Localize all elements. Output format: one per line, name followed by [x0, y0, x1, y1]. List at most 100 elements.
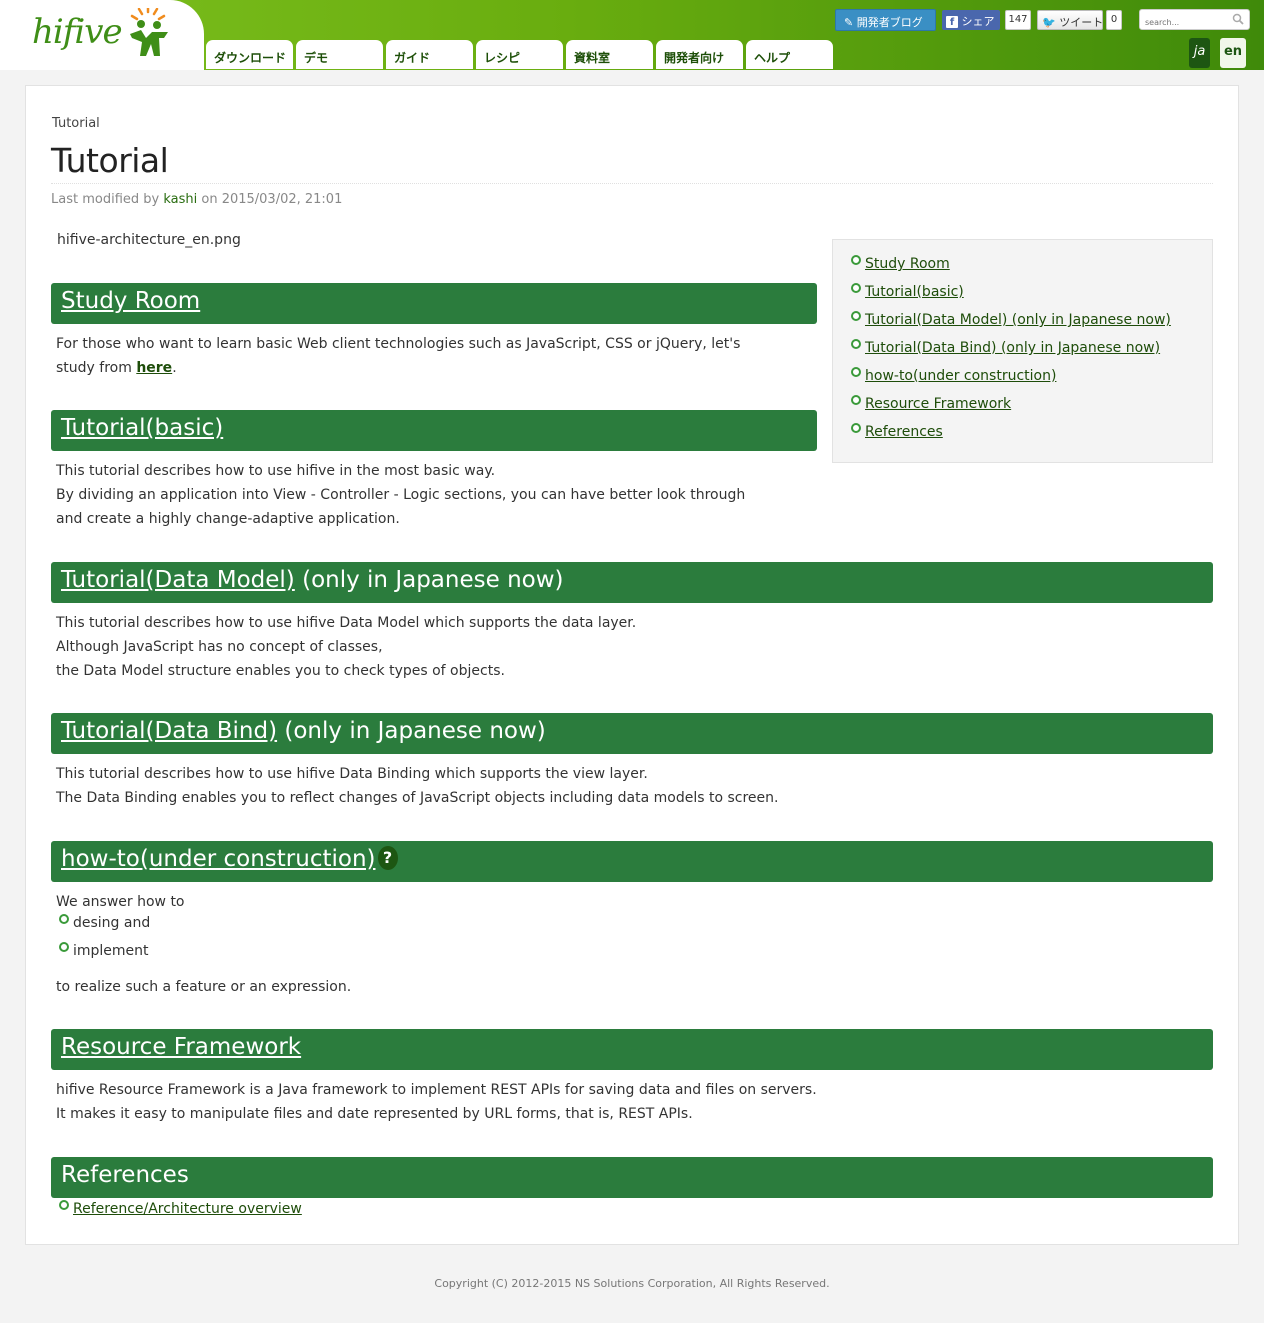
bullet-icon	[851, 395, 861, 405]
toc-link-data-bind[interactable]: Tutorial(Data Bind) (only in Japanese no…	[865, 340, 1160, 356]
toc-link-how-to[interactable]: how-to(under construction)	[865, 368, 1056, 384]
resource-line: hifive Resource Framework is a Java fram…	[56, 1082, 817, 1098]
section-heading-basic: Tutorial(basic)	[51, 410, 817, 451]
bullet-icon	[851, 339, 861, 349]
footer-copyright: Copyright (C) 2012-2015 NS Solutions Cor…	[434, 1277, 830, 1290]
bullet-icon	[851, 311, 861, 321]
author-link[interactable]: kashi	[163, 192, 197, 207]
bullet-icon	[851, 367, 861, 377]
data-model-line: This tutorial describes how to use hifiv…	[56, 615, 637, 631]
nav-recipe[interactable]: レシピ	[476, 40, 563, 69]
toc-item: References	[851, 418, 1212, 446]
breadcrumb[interactable]: Tutorial	[52, 116, 100, 131]
site-header: hifive ダウンロード デモ ガイド レシピ 資料室 開発者向け ヘルプ ✎…	[0, 0, 1264, 70]
study-suffix: .	[172, 360, 177, 376]
basic-text: This tutorial describes how to use hifiv…	[56, 459, 745, 531]
meta-prefix: Last modified by	[51, 192, 164, 207]
facebook-share-button[interactable]: f シェア	[942, 10, 1000, 30]
basic-line: By dividing an application into View - C…	[56, 487, 746, 503]
section-heading-study-room: Study Room	[51, 283, 817, 324]
data-bind-line: This tutorial describes how to use hifiv…	[56, 766, 648, 782]
lang-en-button[interactable]: en	[1220, 38, 1246, 68]
dev-blog-label: 開発者ブログ	[856, 16, 923, 29]
toc-item: Study Room	[851, 250, 1212, 278]
resource-text: hifive Resource Framework is a Java fram…	[56, 1078, 817, 1126]
table-of-contents: Study Room Tutorial(basic) Tutorial(Data…	[832, 239, 1213, 463]
toc-item: Tutorial(basic)	[851, 278, 1212, 306]
toc-item: how-to(under construction)	[851, 362, 1212, 390]
nav-library[interactable]: 資料室	[566, 40, 653, 69]
page-title: Tutorial	[51, 141, 169, 180]
nav-demo[interactable]: デモ	[296, 40, 383, 69]
data-bind-suffix: (only in Japanese now)	[277, 718, 546, 744]
pencil-icon: ✎	[844, 16, 854, 29]
tweet-label: ツイート	[1059, 16, 1104, 29]
study-room-text: For those who want to learn basic Web cl…	[56, 332, 740, 380]
main-nav: ダウンロード デモ ガイド レシピ 資料室 開発者向け ヘルプ	[206, 40, 833, 69]
how-to-link[interactable]: how-to(under construction)	[61, 846, 376, 872]
data-bind-link[interactable]: Tutorial(Data Bind)	[61, 718, 277, 744]
lang-ja-button[interactable]: ja	[1189, 38, 1210, 68]
help-question-icon[interactable]: ?	[377, 845, 398, 870]
facebook-icon: f	[946, 16, 958, 28]
basic-link[interactable]: Tutorial(basic)	[61, 415, 223, 441]
list-item: implement	[59, 942, 149, 959]
search-input[interactable]	[1140, 13, 1228, 32]
data-model-text: This tutorial describes how to use hifiv…	[56, 611, 636, 683]
resource-link[interactable]: Resource Framework	[61, 1034, 301, 1060]
references-title: References	[61, 1162, 189, 1188]
how-to-intro: We answer how to	[56, 894, 185, 910]
toc-link-basic[interactable]: Tutorial(basic)	[865, 284, 964, 300]
bullet-icon	[59, 942, 69, 952]
share-count: 147	[1005, 10, 1031, 30]
meta-suffix: on 2015/03/02, 21:01	[197, 192, 343, 207]
here-link[interactable]: here	[136, 360, 172, 376]
section-heading-how-to: how-to(under construction)?	[51, 841, 1213, 882]
nav-guide[interactable]: ガイド	[386, 40, 473, 69]
logo-area[interactable]: hifive	[0, 0, 204, 70]
study-room-link[interactable]: Study Room	[61, 288, 200, 314]
bullet-icon	[851, 283, 861, 293]
section-heading-resource: Resource Framework	[51, 1029, 1213, 1070]
toc-item: Tutorial(Data Bind) (only in Japanese no…	[851, 334, 1212, 362]
data-model-line: Although JavaScript has no concept of cl…	[56, 639, 383, 655]
twitter-icon: 🐦	[1042, 16, 1056, 29]
data-bind-line: The Data Binding enables you to reflect …	[56, 790, 779, 806]
data-model-link[interactable]: Tutorial(Data Model)	[61, 567, 295, 593]
resource-line: It makes it easy to manipulate files and…	[56, 1106, 693, 1122]
dev-blog-button[interactable]: ✎ 開発者ブログ	[835, 9, 936, 31]
bullet-icon	[59, 1200, 69, 1210]
share-label: シェア	[961, 15, 995, 28]
tweet-count: 0	[1106, 10, 1122, 30]
how-to-item: desing and	[73, 915, 151, 931]
section-heading-references: References	[51, 1157, 1213, 1198]
how-to-item: implement	[73, 943, 149, 959]
section-heading-data-model: Tutorial(Data Model) (only in Japanese n…	[51, 562, 1213, 603]
study-room-line: For those who want to learn basic Web cl…	[56, 336, 741, 352]
toc-link-study-room[interactable]: Study Room	[865, 256, 950, 272]
bullet-icon	[59, 914, 69, 924]
tweet-button[interactable]: 🐦 ツイート	[1037, 10, 1103, 30]
data-model-line: the Data Model structure enables you to …	[56, 663, 505, 679]
bullet-icon	[851, 255, 861, 265]
toc-link-references[interactable]: References	[865, 424, 943, 440]
title-divider	[51, 183, 1213, 184]
toc-item: Tutorial(Data Model) (only in Japanese n…	[851, 306, 1212, 334]
basic-line: This tutorial describes how to use hifiv…	[56, 463, 496, 479]
search-icon[interactable]	[1232, 13, 1244, 25]
last-modified: Last modified by kashi on 2015/03/02, 21…	[51, 192, 342, 207]
basic-line: and create a highly change-adaptive appl…	[56, 511, 400, 527]
study-prefix: study from	[56, 360, 137, 376]
nav-help[interactable]: ヘルプ	[746, 40, 833, 69]
logo-text: hifive	[32, 12, 123, 52]
toc-link-resource[interactable]: Resource Framework	[865, 396, 1011, 412]
search-box	[1139, 9, 1250, 32]
how-to-outro: to realize such a feature or an expressi…	[56, 979, 352, 995]
nav-developers[interactable]: 開発者向け	[656, 40, 743, 69]
logo-people-icon	[130, 8, 168, 56]
data-bind-text: This tutorial describes how to use hifiv…	[56, 762, 778, 810]
toc-link-data-model[interactable]: Tutorial(Data Model) (only in Japanese n…	[865, 312, 1171, 328]
bullet-icon	[851, 423, 861, 433]
reference-architecture-link[interactable]: Reference/Architecture overview	[73, 1201, 302, 1217]
nav-download[interactable]: ダウンロード	[206, 40, 293, 69]
